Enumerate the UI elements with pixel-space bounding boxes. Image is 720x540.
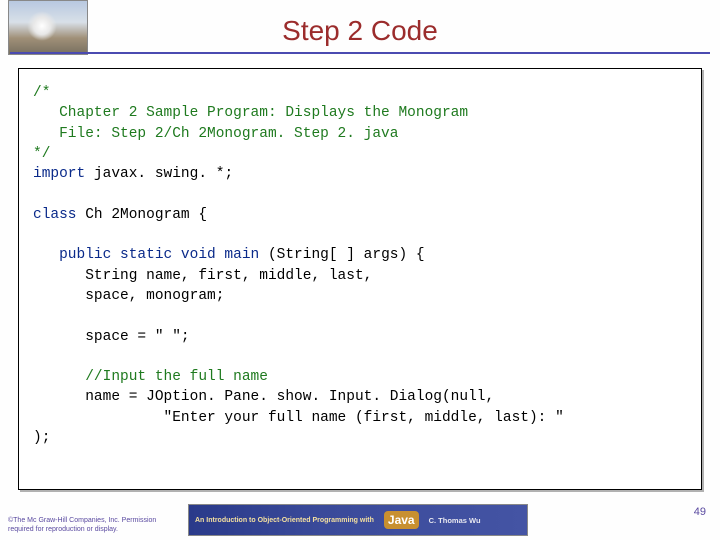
comment-line: File: Step 2/Ch 2Monogram. Step 2. java [33, 126, 398, 142]
title-underline [10, 52, 710, 54]
copyright-line: ©The Mc Graw-Hill Companies, Inc. Permis… [8, 517, 156, 524]
book-banner: An Introduction to Object-Oriented Progr… [188, 504, 528, 536]
banner-intro: An Introduction to Object-Oriented Progr… [195, 517, 374, 524]
copyright-line: required for reproduction or display. [8, 526, 118, 533]
code-container: /* Chapter 2 Sample Program: Displays th… [18, 68, 702, 490]
comment-line: //Input the full name [33, 369, 268, 385]
close-line: ); [33, 430, 50, 446]
slide-title: Step 2 Code [0, 15, 720, 47]
keyword-import: import [33, 166, 94, 182]
assign-line: "Enter your full name (first, middle, la… [33, 410, 564, 426]
method-signature: (String[ ] args) { [268, 247, 425, 263]
assign-line: space = " "; [33, 329, 190, 345]
decl-line: String name, first, middle, last, [33, 268, 372, 284]
decl-line: space, monogram; [33, 288, 224, 304]
import-package: javax. swing. *; [94, 166, 233, 182]
comment-line: Chapter 2 Sample Program: Displays the M… [33, 105, 468, 121]
footer: ©The Mc Graw-Hill Companies, Inc. Permis… [0, 498, 720, 540]
code-block: /* Chapter 2 Sample Program: Displays th… [33, 83, 687, 448]
comment-line: */ [33, 146, 50, 162]
banner-author: C. Thomas Wu [429, 516, 481, 525]
assign-line: name = JOption. Pane. show. Input. Dialo… [33, 389, 494, 405]
copyright-text: ©The Mc Graw-Hill Companies, Inc. Permis… [8, 517, 156, 534]
keyword-method: public static void main [33, 247, 268, 263]
banner-lang-badge: Java [384, 511, 419, 529]
keyword-class: class [33, 207, 85, 223]
page-number: 49 [694, 506, 706, 518]
class-name: Ch 2Monogram { [85, 207, 207, 223]
comment-line: /* [33, 85, 50, 101]
